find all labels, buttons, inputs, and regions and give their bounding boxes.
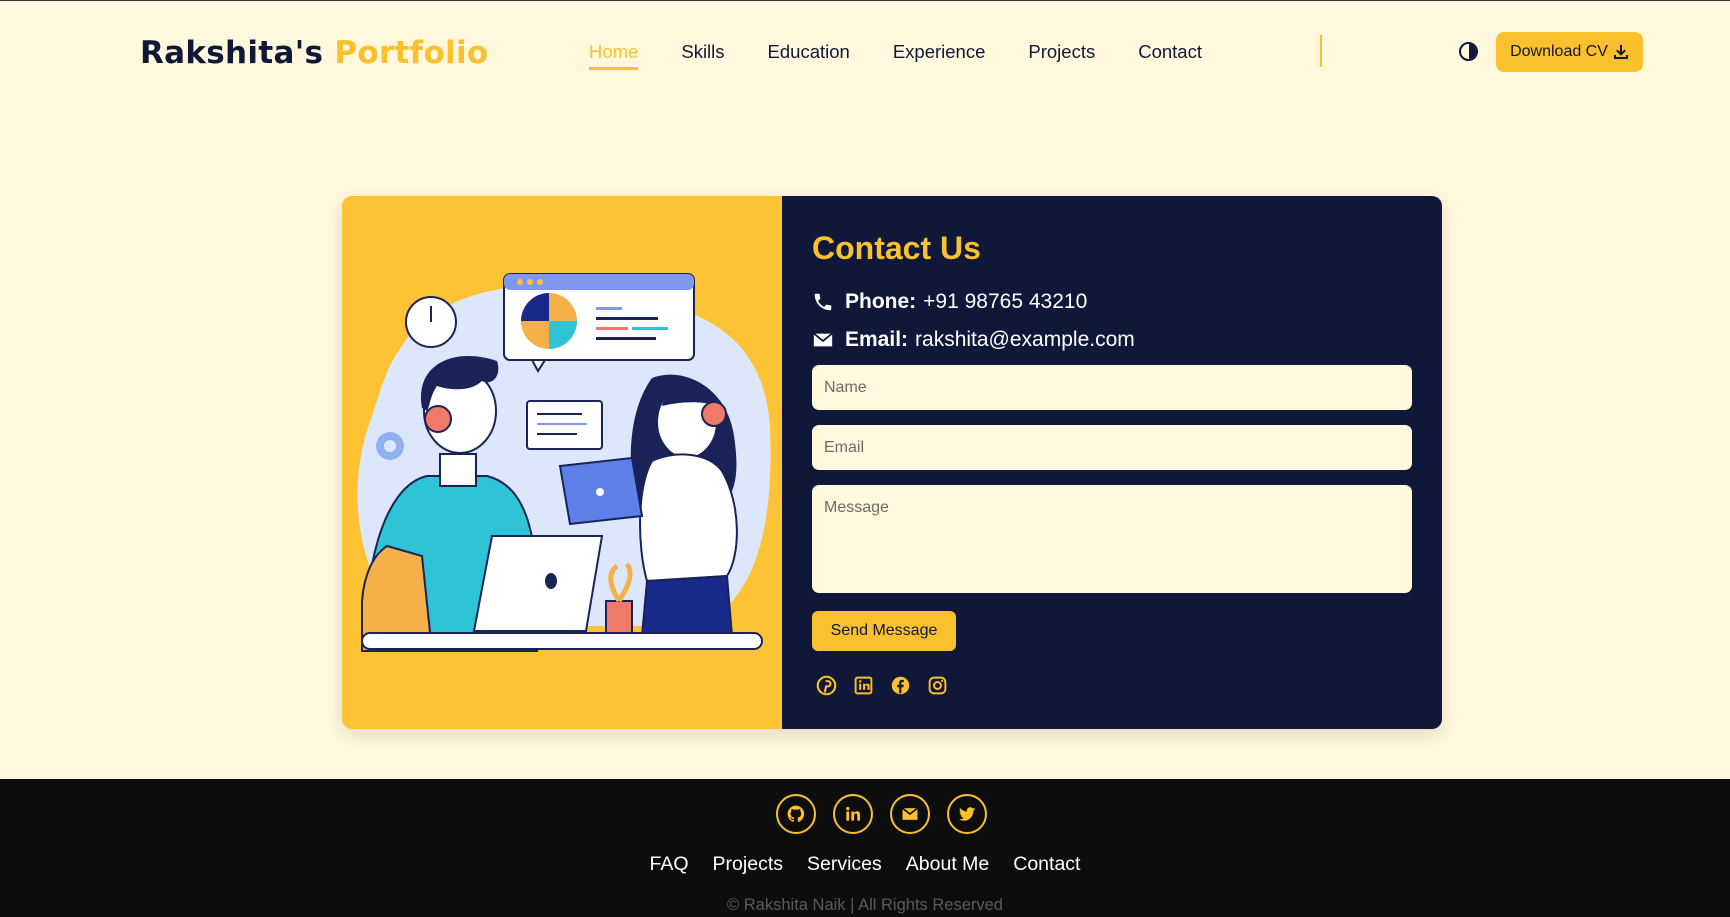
name-input[interactable] xyxy=(812,365,1412,410)
send-message-button[interactable]: Send Message xyxy=(812,611,956,651)
footer-nav: FAQ Projects Services About Me Contact xyxy=(0,853,1730,876)
footer-link-projects[interactable]: Projects xyxy=(713,853,783,876)
contact-illustration-panel xyxy=(342,196,782,729)
contrast-icon[interactable] xyxy=(1459,42,1478,61)
nav-projects[interactable]: Projects xyxy=(1028,41,1095,70)
footer-link-contact[interactable]: Contact xyxy=(1013,853,1080,876)
email-icon[interactable] xyxy=(890,794,930,834)
instagram-icon[interactable] xyxy=(927,675,948,696)
nav-home[interactable]: Home xyxy=(589,41,639,70)
site-logo[interactable]: Rakshita's Portfolio xyxy=(140,35,489,71)
email-label: Email: xyxy=(845,328,909,351)
message-textarea[interactable] xyxy=(812,485,1412,593)
footer-link-about[interactable]: About Me xyxy=(906,853,989,876)
email-input[interactable] xyxy=(812,425,1412,470)
logo-accent: Portfolio xyxy=(334,35,489,71)
linkedin-icon[interactable] xyxy=(853,675,874,696)
linkedin-icon[interactable] xyxy=(833,794,873,834)
nav-education[interactable]: Education xyxy=(768,41,850,70)
copyright-text: © Rakshita Naik | All Rights Reserved xyxy=(727,896,1003,914)
nav-contact[interactable]: Contact xyxy=(1138,41,1202,70)
logo-name: Rakshita's xyxy=(140,35,324,71)
contact-form-panel: Contact Us Phone: +91 98765 43210 Email:… xyxy=(782,196,1442,729)
site-header: Rakshita's Portfolio Home Skills Educati… xyxy=(0,1,1730,105)
download-cv-button[interactable]: Download CV xyxy=(1496,32,1643,72)
phone-label: Phone: xyxy=(845,290,917,313)
contact-illustration xyxy=(357,273,771,652)
email-row: Email: rakshita@example.com xyxy=(812,328,1135,352)
phone-value[interactable]: +91 98765 43210 xyxy=(923,290,1087,314)
facebook-icon[interactable] xyxy=(890,675,911,696)
contact-title: Contact Us xyxy=(812,230,981,266)
download-icon xyxy=(1613,45,1628,59)
phone-icon xyxy=(814,293,832,311)
footer-link-services[interactable]: Services xyxy=(807,853,882,876)
nav-skills[interactable]: Skills xyxy=(681,41,724,70)
nav-experience[interactable]: Experience xyxy=(893,41,986,70)
pinterest-icon[interactable] xyxy=(816,675,837,696)
nav-divider xyxy=(1320,35,1322,67)
site-footer: FAQ Projects Services About Me Contact ©… xyxy=(0,779,1730,917)
twitter-icon[interactable] xyxy=(947,794,987,834)
main-nav: Home Skills Education Experience Project… xyxy=(589,41,1245,70)
envelope-icon xyxy=(813,332,833,347)
contact-social-links xyxy=(816,675,948,696)
footer-social-links xyxy=(776,794,987,834)
phone-row: Phone: +91 98765 43210 xyxy=(812,290,1087,314)
email-value[interactable]: rakshita@example.com xyxy=(915,328,1135,352)
download-cv-label: Download CV xyxy=(1510,43,1608,60)
github-icon[interactable] xyxy=(776,794,816,834)
footer-link-faq[interactable]: FAQ xyxy=(650,853,689,876)
contact-card: Contact Us Phone: +91 98765 43210 Email:… xyxy=(342,196,1442,729)
